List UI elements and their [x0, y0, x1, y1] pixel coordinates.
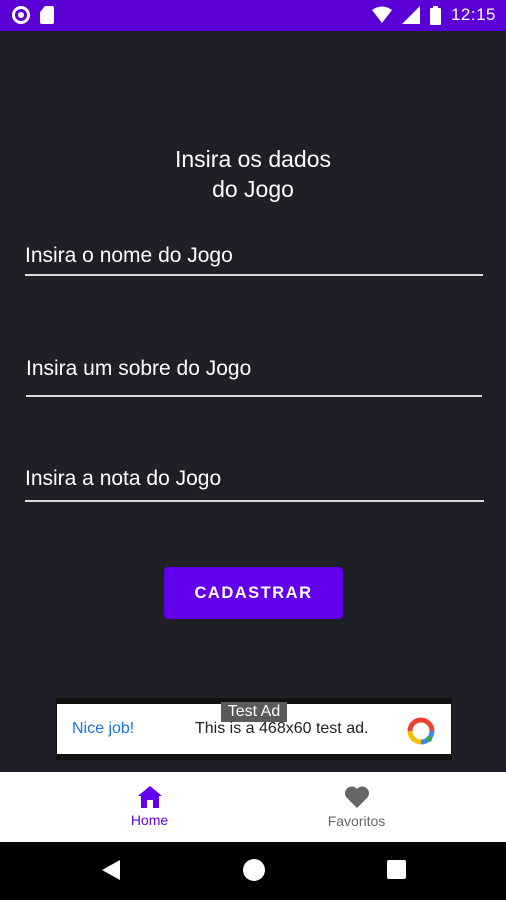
game-about-underline	[26, 395, 482, 397]
page-title-line2: do Jogo	[212, 176, 294, 202]
game-rating-underline	[25, 500, 484, 502]
game-rating-field[interactable]: Insira a nota do Jogo	[25, 467, 484, 503]
test-ad-badge: Test Ad	[221, 702, 287, 722]
status-right-icons: 12:15	[371, 5, 496, 25]
nav-item-home-label: Home	[130, 812, 169, 828]
cadastrar-button[interactable]: CADASTRAR	[164, 567, 343, 619]
game-rating-hint: Insira a nota do Jogo	[25, 467, 222, 490]
page-title: Insira os dados do Jogo	[0, 144, 506, 204]
wifi-icon	[371, 6, 392, 23]
status-bar: 12:15	[0, 0, 506, 31]
sync-circle-icon	[12, 6, 30, 24]
recents-icon[interactable]	[387, 860, 406, 879]
status-left-icons	[12, 6, 54, 24]
game-name-underline	[25, 274, 483, 276]
heart-icon	[344, 786, 369, 808]
signal-icon	[401, 6, 420, 24]
sd-card-icon	[40, 6, 54, 24]
ad-logo-icon[interactable]	[407, 717, 435, 745]
system-navigation-bar	[0, 842, 506, 900]
game-name-hint: Insira o nome do Jogo	[25, 244, 233, 267]
nav-item-favoritos-label: Favoritos	[327, 813, 386, 829]
ad-body-text[interactable]: This is a 468x60 test ad.	[195, 720, 368, 738]
game-name-field[interactable]: Insira o nome do Jogo	[25, 244, 483, 278]
home-circle-icon[interactable]	[243, 859, 265, 881]
game-about-field[interactable]: Insira um sobre do Jogo	[26, 357, 482, 399]
ad-headline[interactable]: Nice job!	[72, 720, 134, 738]
battery-icon	[429, 5, 441, 25]
game-about-hint: Insira um sobre do Jogo	[26, 357, 252, 380]
back-icon[interactable]	[102, 860, 120, 880]
home-icon	[137, 786, 162, 808]
status-time: 12:15	[450, 5, 496, 24]
nav-item-favoritos[interactable]: Favoritos	[230, 772, 483, 842]
page-title-line1: Insira os dados	[175, 146, 331, 172]
bottom-navigation: Home Favoritos	[0, 772, 506, 842]
